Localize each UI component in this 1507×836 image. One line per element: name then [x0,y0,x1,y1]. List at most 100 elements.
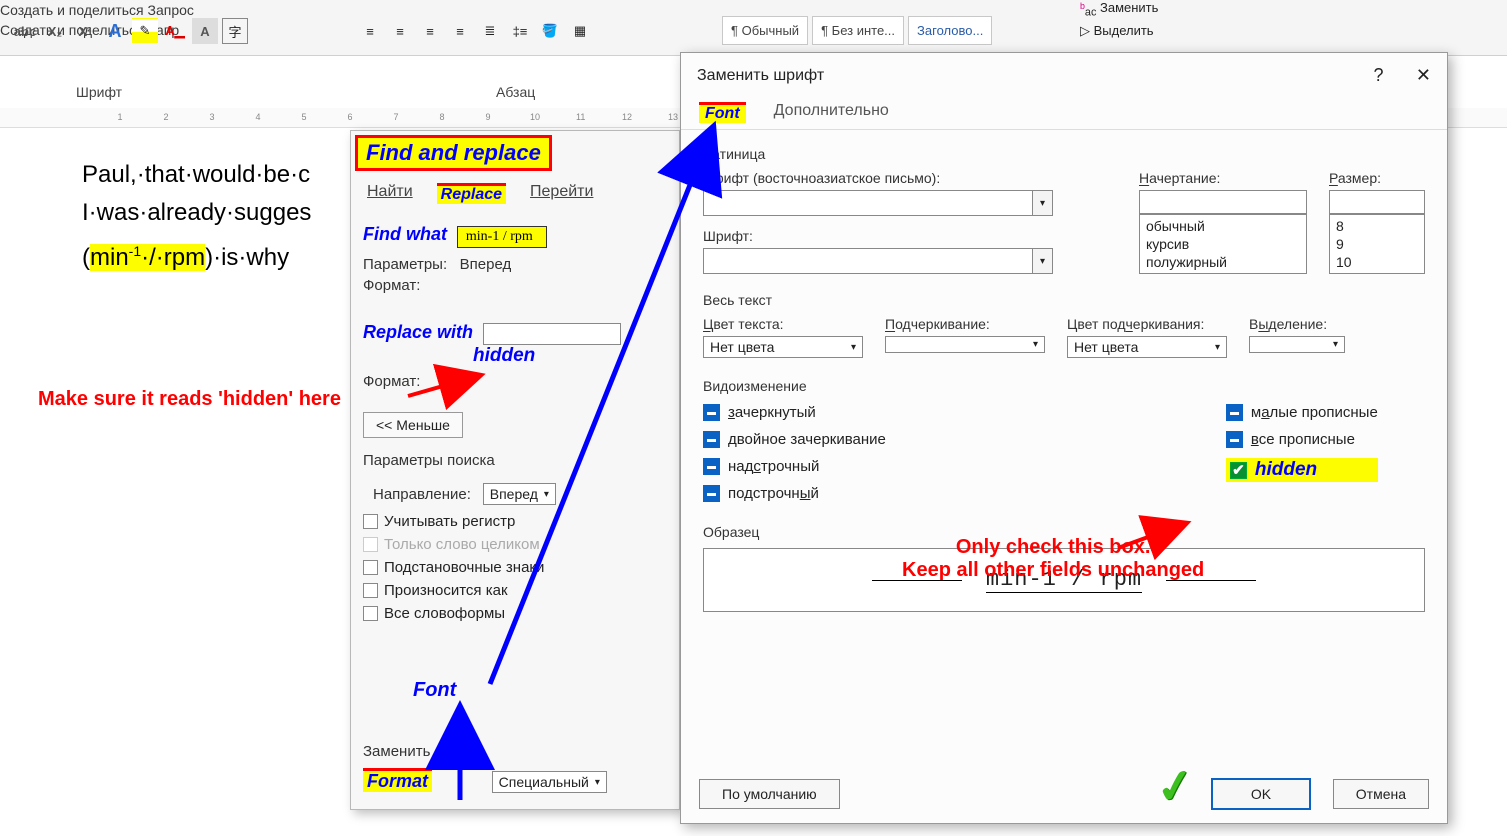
format-label-find: Формат: [363,277,667,294]
font-dialog-title: Заменить шрифт [697,67,824,85]
highlight-select[interactable]: ▾ [1249,336,1345,353]
check-superscript[interactable]: надстрочный [703,458,886,475]
group-all-text: Весь текст [703,292,1425,308]
font-color-icon[interactable]: A▁ [162,18,188,44]
group-latin: Латиница [703,146,1425,162]
anno-hidden-here: Make sure it reads 'hidden' here [38,388,341,411]
check-hidden[interactable]: ✔hidden [1226,458,1378,482]
replace-section-label: Заменить [363,743,667,760]
char-shading-icon[interactable]: A [192,18,218,44]
size-input[interactable] [1329,190,1425,214]
ribbon-editing-group: ᵇac Заменить ▷ Выделить [1080,0,1158,39]
style-no-spacing[interactable]: ¶ Без инте... [812,16,904,45]
text-effects-icon[interactable]: A [102,18,128,44]
text-color-select[interactable]: Нет цвета▾ [703,336,863,358]
latin-font-dropdown-icon[interactable]: ▾ [1033,248,1053,274]
shading-icon[interactable]: 🪣 [537,18,563,44]
size-list[interactable]: 8910 [1329,214,1425,274]
green-check-icon: ✓ [1153,757,1199,816]
style-heading[interactable]: Заголово... [908,16,992,45]
label-style: Начертание: [1139,170,1307,186]
group-effects: Видоизменение [703,378,1425,394]
underline-select[interactable]: ▾ [885,336,1045,353]
asian-font-input[interactable] [703,190,1033,216]
tab-font[interactable]: Font [699,102,746,123]
label-underline: Подчеркивание: [885,316,1045,332]
superscript-icon[interactable]: X² [72,18,98,44]
font-annotation: Font [413,679,456,702]
ribbon-paragraph-group: ≡ ≡ ≡ ≡ ≣ ‡≡ 🪣 ▦ [355,16,595,46]
ok-button[interactable]: OK [1211,778,1311,810]
tab-find[interactable]: Найти [367,183,413,204]
label-size: Размер: [1329,170,1425,186]
format-label-replace: Формат: [363,373,420,390]
find-replace-tabs: Найти Replace Перейти [351,179,679,212]
params-value: Вперед [460,256,512,273]
replace-cmd[interactable]: ᵇac Заменить [1080,0,1158,19]
asian-font-dropdown-icon[interactable]: ▾ [1033,190,1053,216]
help-icon[interactable]: ? [1373,65,1383,85]
justify-icon[interactable]: ≡ [447,18,473,44]
font-dialog: Заменить шрифт ? ✕ Font Дополнительно Ла… [680,52,1448,824]
doc-highlighted: min-1·/·rpm [90,244,205,271]
find-replace-title: Find and replace [355,135,552,171]
replace-format-hidden: hidden [473,345,667,367]
check-whole-word: Только слово целиком [363,536,667,553]
latin-font-input[interactable] [703,248,1033,274]
direction-select[interactable]: Вперед▾ [483,483,556,505]
format-button[interactable]: Format [363,768,432,792]
default-button[interactable]: По умолчанию [699,779,840,809]
style-normal[interactable]: ¶ Обычный [722,16,808,45]
replace-with-label: Replace with [363,322,473,343]
highlight-icon[interactable]: ✎ [132,18,158,44]
enclose-icon[interactable]: 字 [222,18,248,44]
ruler-marks: 12345678910111213 [70,112,676,122]
borders-icon[interactable]: ▦ [567,18,593,44]
label-text-color: Цвет текста: [703,316,863,332]
direction-label: Направление: [373,486,471,503]
special-button[interactable]: Специальный▾ [492,771,607,793]
close-icon[interactable]: ✕ [1416,65,1431,85]
check-small-caps[interactable]: малые прописные [1226,404,1378,421]
label-asian-font: Шрифт (восточноазиатское письмо): [703,170,1117,186]
ribbon-styles-group: ¶ Обычный ¶ Без инте... Заголово... [720,16,994,45]
label-latin-font: Шрифт: [703,228,1117,244]
label-underline-color: Цвет подчеркивания: [1067,316,1227,332]
params-label: Параметры: [363,256,447,273]
check-sounds-like[interactable]: Произносится как [363,582,667,599]
distributed-icon[interactable]: ≣ [477,18,503,44]
replace-with-input[interactable] [483,323,621,345]
find-replace-dialog: Find and replace Найти Replace Перейти F… [350,130,680,810]
check-all-caps[interactable]: все прописные [1226,431,1378,448]
style-input[interactable] [1139,190,1307,214]
line-spacing-icon[interactable]: ‡≡ [507,18,533,44]
underline-color-select[interactable]: Нет цвета▾ [1067,336,1227,358]
check-subscript[interactable]: подстрочный [703,485,886,502]
ribbon-paragraph-label: Абзац [496,84,535,100]
check-wildcards[interactable]: Подстановочные знаки [363,559,667,576]
find-what-input[interactable]: min-1 / rpm [457,226,547,248]
search-options-label: Параметры поиска [363,452,667,469]
strikethrough-icon[interactable]: abc [12,18,38,44]
align-left-icon[interactable]: ≡ [357,18,383,44]
less-button[interactable]: << Меньше [363,412,463,438]
align-right-icon[interactable]: ≡ [417,18,443,44]
check-match-case[interactable]: Учитывать регистр [363,513,667,530]
tab-replace[interactable]: Replace [437,183,506,204]
ribbon: abc X₂ X² A ✎ A▁ A 字 ≡ ≡ ≡ ≡ ≣ ‡≡ 🪣 ▦ ¶ … [0,0,1507,56]
anno-only-check: Only check this box. Keep all other fiel… [902,536,1204,582]
check-word-forms[interactable]: Все словоформы [363,605,667,622]
align-center-icon[interactable]: ≡ [387,18,413,44]
check-strikethrough[interactable]: зачеркнутый [703,404,886,421]
find-what-label: Find what [363,224,447,245]
tab-goto[interactable]: Перейти [530,183,593,204]
subscript-icon[interactable]: X₂ [42,18,68,44]
ribbon-font-label: Шрифт [76,84,122,100]
label-highlight: Выделение: [1249,316,1345,332]
style-list[interactable]: обычныйкурсивполужирный [1139,214,1307,274]
ribbon-font-group: abc X₂ X² A ✎ A▁ A 字 [10,16,250,46]
tab-advanced[interactable]: Дополнительно [774,102,889,123]
cancel-button[interactable]: Отмена [1333,779,1429,809]
select-cmd[interactable]: ▷ Выделить [1080,23,1154,39]
check-double-strike[interactable]: двойное зачеркивание [703,431,886,448]
